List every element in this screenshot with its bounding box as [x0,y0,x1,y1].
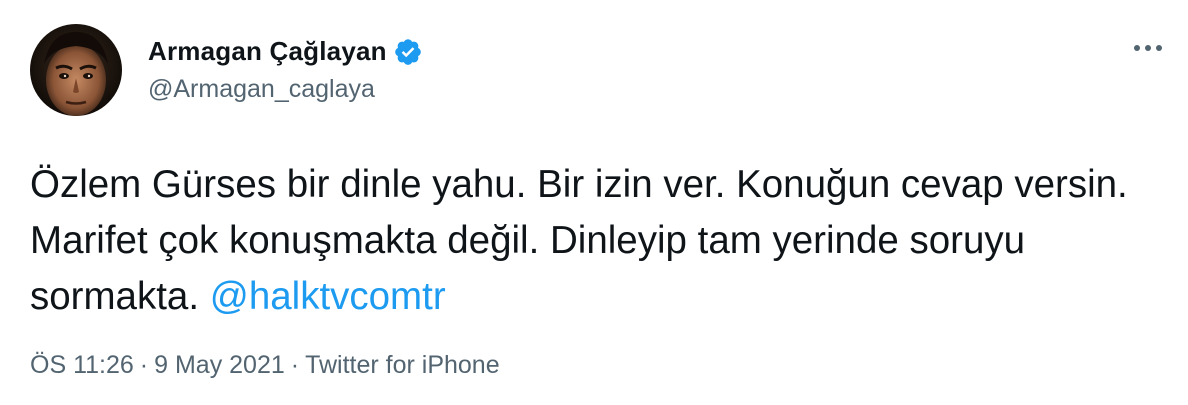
tweet-source[interactable]: Twitter for iPhone [305,351,500,380]
mention-link[interactable]: @halktvcomtr [210,275,446,318]
handle[interactable]: @Armagan_caglaya [148,75,423,104]
tweet-time[interactable]: ÖS 11:26 [30,351,134,380]
tweet-meta: ÖS 11:26 · 9 May 2021 · Twitter for iPho… [30,351,500,380]
meta-separator: · [139,351,149,379]
name-row: Armagan Çağlayan [148,36,423,67]
tweet-card: Armagan Çağlayan @Armagan_caglaya Özlem … [0,0,1188,405]
author-block: Armagan Çağlayan @Armagan_caglaya [148,36,423,104]
more-horizontal-icon [1134,45,1162,51]
more-button[interactable] [1128,28,1168,68]
meta-separator: · [290,351,300,379]
tweet-text: Özlem Gürses bir dinle yahu. Bir izin ve… [30,157,1150,325]
tweet-header: Armagan Çağlayan @Armagan_caglaya [30,20,423,120]
verified-badge-icon [393,37,423,67]
avatar-image [30,24,122,116]
tweet-body: Özlem Gürses bir dinle yahu. Bir izin ve… [30,163,1128,318]
display-name[interactable]: Armagan Çağlayan [148,36,387,67]
avatar[interactable] [30,24,122,116]
tweet-date[interactable]: 9 May 2021 [154,351,285,380]
